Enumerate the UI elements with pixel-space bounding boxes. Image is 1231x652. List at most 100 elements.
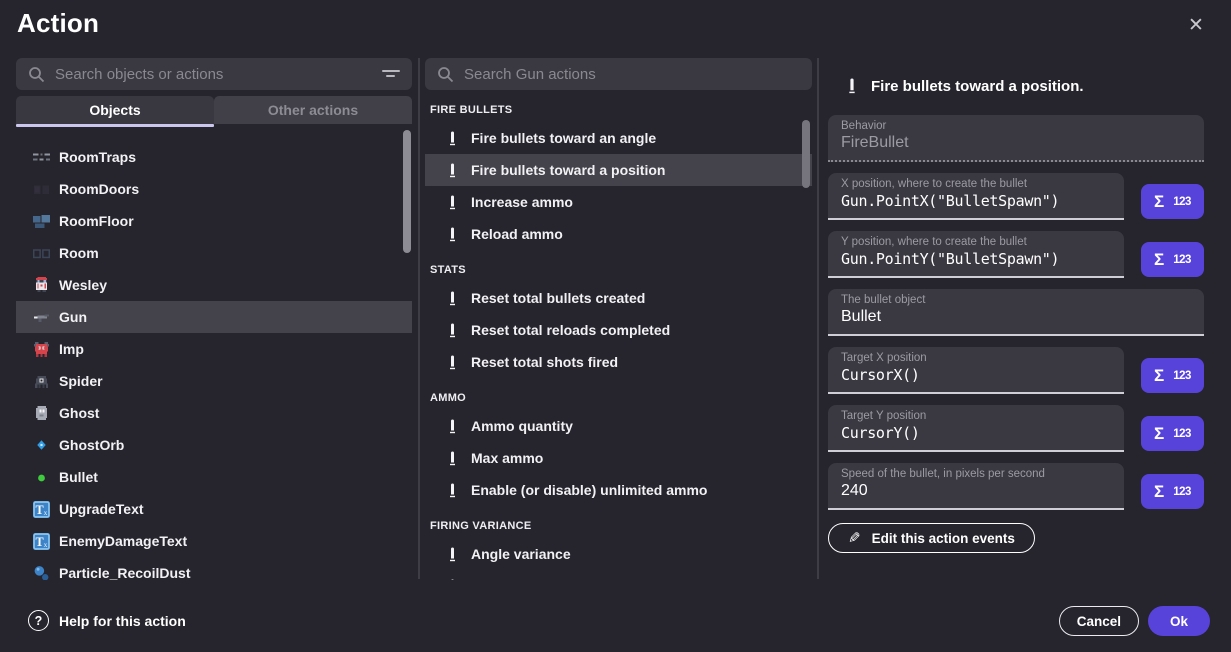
field-label: The bullet object	[841, 294, 1191, 306]
speed-field[interactable]: Speed of the bullet, in pixels per secon…	[828, 463, 1124, 510]
field-value: FireBullet	[841, 134, 1191, 152]
numbers-icon: 123	[1173, 486, 1191, 498]
objects-scrollbar-thumb[interactable]	[403, 130, 411, 253]
action-row-unlimited-ammo[interactable]: Enable (or disable) unlimited ammo	[425, 474, 812, 506]
object-row-ghost[interactable]: Ghost	[16, 397, 412, 429]
object-row-bullet[interactable]: Bullet	[16, 461, 412, 493]
object-row-imp[interactable]: Imp	[16, 333, 412, 365]
search-icon	[437, 66, 454, 83]
expression-editor-button[interactable]: Σ 123	[1141, 358, 1204, 393]
target-y-field[interactable]: Target Y position CursorY()	[828, 405, 1124, 452]
spider-icon	[33, 373, 50, 390]
action-label: Reset total reloads completed	[471, 322, 670, 338]
actions-search[interactable]	[425, 58, 812, 90]
object-row-ghostorb[interactable]: GhostOrb	[16, 429, 412, 461]
action-row-angle-variance[interactable]: Angle variance	[425, 538, 812, 570]
roomfloor-icon	[33, 213, 50, 230]
gun-icon	[33, 309, 50, 326]
particle-icon	[33, 565, 50, 581]
field-value[interactable]: Gun.PointX("BulletSpawn")	[841, 192, 1111, 210]
group-header-stats: STATS	[425, 260, 812, 282]
object-label: EnemyDamageText	[59, 533, 187, 549]
object-label: Wesley	[59, 277, 107, 293]
action-row-reset-bullets-created[interactable]: Reset total bullets created	[425, 282, 812, 314]
tab-other-actions[interactable]: Other actions	[214, 96, 412, 124]
expression-editor-button[interactable]: Σ 123	[1141, 416, 1204, 451]
action-row-reset-shots-fired[interactable]: Reset total shots fired	[425, 346, 812, 378]
action-label: Reload ammo	[471, 226, 563, 242]
expression-editor-button[interactable]: Σ 123	[1141, 184, 1204, 219]
sigma-icon: Σ	[1154, 424, 1164, 444]
object-row-wesley[interactable]: Wesley	[16, 269, 412, 301]
svg-text:x: x	[44, 508, 48, 517]
bullet-icon	[446, 419, 459, 434]
field-value[interactable]: Gun.PointY("BulletSpawn")	[841, 250, 1111, 268]
filter-icon[interactable]	[382, 68, 400, 80]
object-row-roomtraps[interactable]: RoomTraps	[16, 141, 412, 173]
wesley-icon	[33, 277, 50, 294]
bullet-icon	[446, 323, 459, 338]
object-row-enemydamagetext[interactable]: Tx EnemyDamageText	[16, 525, 412, 557]
object-row-roomdoors[interactable]: RoomDoors	[16, 173, 412, 205]
imp-icon	[33, 341, 50, 358]
object-label: Bullet	[59, 469, 98, 485]
object-row-particle-recoildust[interactable]: Particle_RecoilDust	[16, 557, 412, 580]
expression-editor-button[interactable]: Σ 123	[1141, 242, 1204, 277]
cancel-button[interactable]: Cancel	[1059, 606, 1139, 636]
field-value[interactable]: CursorX()	[841, 366, 1111, 384]
action-row-max-ammo[interactable]: Max ammo	[425, 442, 812, 474]
object-label: Particle_RecoilDust	[59, 565, 191, 580]
object-label: Room	[59, 245, 99, 261]
field-value[interactable]: Bullet	[841, 308, 1191, 326]
ok-button[interactable]: Ok	[1148, 606, 1210, 636]
actions-scrollbar-thumb[interactable]	[802, 120, 810, 188]
bullet-icon	[446, 355, 459, 370]
numbers-icon: 123	[1173, 254, 1191, 266]
bullet-icon	[446, 195, 459, 210]
action-label: Reset total bullets created	[471, 290, 645, 306]
action-label: Enable (or disable) unlimited ammo	[471, 482, 707, 498]
x-position-field[interactable]: X position, where to create the bullet G…	[828, 173, 1124, 220]
help-link[interactable]: ? Help for this action	[28, 610, 186, 631]
field-value[interactable]: CursorY()	[841, 424, 1111, 442]
group-header-firing-variance: FIRING VARIANCE	[425, 516, 812, 538]
bullet-icon	[446, 131, 459, 146]
action-label: Fire bullets toward a position	[471, 162, 665, 178]
bullet-object-field[interactable]: The bullet object Bullet	[828, 289, 1204, 336]
field-value[interactable]: 240	[841, 482, 1111, 500]
group-header-ammo: AMMO	[425, 388, 812, 410]
object-tabs: Objects Other actions	[16, 96, 412, 124]
active-tab-underline	[16, 124, 214, 127]
action-row-fire-angle[interactable]: Fire bullets toward an angle	[425, 122, 812, 154]
action-label: Reset total shots fired	[471, 354, 618, 370]
bullet-icon	[446, 483, 459, 498]
room-icon	[33, 245, 50, 262]
action-row-increase-ammo[interactable]: Increase ammo	[425, 186, 812, 218]
close-icon[interactable]: ✕	[1183, 13, 1209, 39]
expression-editor-button[interactable]: Σ 123	[1141, 474, 1204, 509]
edit-action-events-button[interactable]: ✎ Edit this action events	[828, 523, 1035, 553]
object-label: GhostOrb	[59, 437, 124, 453]
objects-search-input[interactable]	[55, 66, 372, 83]
group-header-fire-bullets: FIRE BULLETS	[425, 100, 812, 122]
object-label: RoomFloor	[59, 213, 134, 229]
action-row-ammo-quantity[interactable]: Ammo quantity	[425, 410, 812, 442]
object-row-roomfloor[interactable]: RoomFloor	[16, 205, 412, 237]
object-label: Ghost	[59, 405, 99, 421]
action-row-clipped[interactable]	[425, 570, 812, 580]
object-row-spider[interactable]: Spider	[16, 365, 412, 397]
y-position-field[interactable]: Y position, where to create the bullet G…	[828, 231, 1124, 278]
object-row-room[interactable]: Room	[16, 237, 412, 269]
tab-objects[interactable]: Objects	[16, 96, 214, 124]
action-row-reset-reloads-completed[interactable]: Reset total reloads completed	[425, 314, 812, 346]
object-label: RoomDoors	[59, 181, 139, 197]
object-row-gun[interactable]: Gun	[16, 301, 412, 333]
action-row-reload-ammo[interactable]: Reload ammo	[425, 218, 812, 250]
target-x-field[interactable]: Target X position CursorX()	[828, 347, 1124, 394]
object-row-upgradetext[interactable]: Tx UpgradeText	[16, 493, 412, 525]
sigma-icon: Σ	[1154, 366, 1164, 386]
action-row-fire-position[interactable]: Fire bullets toward a position	[425, 154, 812, 186]
help-icon: ?	[28, 610, 49, 631]
objects-search[interactable]	[16, 58, 412, 90]
actions-search-input[interactable]	[464, 66, 800, 83]
